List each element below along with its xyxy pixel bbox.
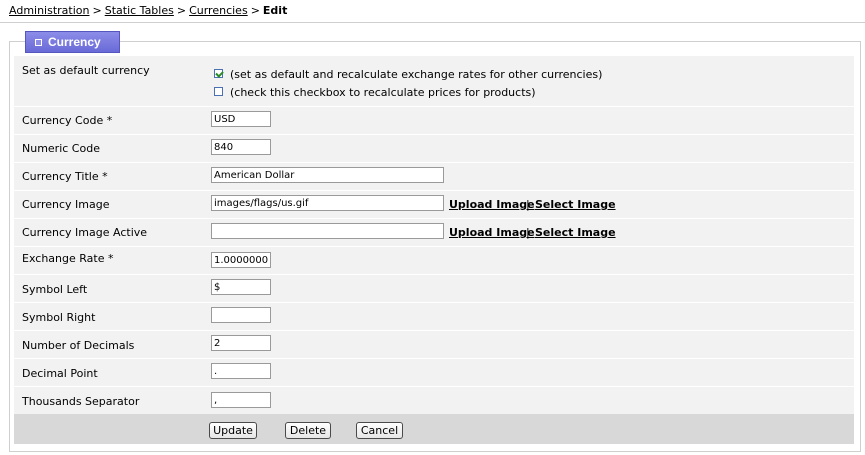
link-separator: |: [526, 226, 530, 239]
exchange-rate-label: Exchange Rate *: [22, 252, 114, 265]
row-currency-title: Currency Title *: [14, 163, 854, 191]
number-of-decimals-label: Number of Decimals: [22, 339, 135, 352]
row-thousands-separator: Thousands Separator: [14, 387, 854, 415]
thousands-separator-label: Thousands Separator: [22, 395, 140, 408]
default-currency-checkbox[interactable]: [214, 69, 223, 78]
upload-image-link[interactable]: Upload Image: [449, 198, 535, 211]
row-symbol-left: Symbol Left: [14, 275, 854, 303]
select-image-link[interactable]: Select Image: [535, 198, 616, 211]
row-currency-code: Currency Code *: [14, 107, 854, 135]
upload-image-active-link[interactable]: Upload Image: [449, 226, 535, 239]
row-exchange-rate: Exchange Rate *: [14, 247, 854, 275]
breadcrumb-current: Edit: [262, 4, 288, 17]
symbol-right-label: Symbol Right: [22, 311, 96, 324]
currency-title-input[interactable]: [211, 167, 444, 183]
tab-currency-label: Currency: [48, 35, 101, 49]
currency-image-input[interactable]: [211, 195, 444, 211]
recalculate-prices-option-text: (check this checkbox to recalculate pric…: [230, 86, 536, 99]
decimal-point-input[interactable]: [211, 363, 271, 379]
symbol-left-label: Symbol Left: [22, 283, 88, 296]
exchange-rate-input[interactable]: [211, 252, 271, 268]
default-currency-option-text: (set as default and recalculate exchange…: [230, 68, 603, 81]
symbol-right-input[interactable]: [211, 307, 271, 323]
row-default-currency: Set as default currency (set as default …: [14, 56, 854, 107]
breadcrumb-currencies[interactable]: Currencies: [189, 4, 248, 17]
breadcrumb-static-tables[interactable]: Static Tables: [105, 4, 174, 17]
update-button[interactable]: Update: [209, 422, 257, 439]
row-number-of-decimals: Number of Decimals: [14, 331, 854, 359]
default-currency-label: Set as default currency: [22, 64, 150, 77]
row-currency-image: Currency Image Upload Image | Select Ima…: [14, 191, 854, 219]
breadcrumb-separator: >: [92, 4, 102, 17]
link-separator: |: [526, 198, 530, 211]
cancel-button[interactable]: Cancel: [356, 422, 403, 439]
form-actions: Update Delete Cancel: [14, 414, 854, 444]
square-icon: [35, 39, 42, 46]
breadcrumb-separator: >: [250, 4, 260, 17]
row-symbol-right: Symbol Right: [14, 303, 854, 331]
breadcrumb-administration[interactable]: Administration: [9, 4, 90, 17]
currency-image-label: Currency Image: [22, 198, 110, 211]
currency-code-input[interactable]: [211, 111, 271, 127]
thousands-separator-input[interactable]: [211, 392, 271, 408]
row-currency-image-active: Currency Image Active Upload Image | Sel…: [14, 219, 854, 247]
currency-image-active-label: Currency Image Active: [22, 226, 148, 239]
numeric-code-label: Numeric Code: [22, 142, 100, 155]
row-numeric-code: Numeric Code: [14, 135, 854, 163]
recalculate-prices-checkbox[interactable]: [214, 87, 223, 96]
symbol-left-input[interactable]: [211, 279, 271, 295]
select-image-active-link[interactable]: Select Image: [535, 226, 616, 239]
tab-currency[interactable]: Currency: [25, 31, 120, 53]
currency-title-label: Currency Title *: [22, 170, 108, 183]
breadcrumb-separator: >: [176, 4, 187, 17]
currency-image-active-input[interactable]: [211, 223, 444, 239]
currency-code-label: Currency Code *: [22, 114, 113, 127]
numeric-code-input[interactable]: [211, 139, 271, 155]
breadcrumb: Administration > Static Tables > Currencies >…: [0, 0, 865, 23]
number-of-decimals-input[interactable]: [211, 335, 271, 351]
row-decimal-point: Decimal Point: [14, 359, 854, 387]
decimal-point-label: Decimal Point: [22, 367, 98, 380]
delete-button[interactable]: Delete: [285, 422, 331, 439]
